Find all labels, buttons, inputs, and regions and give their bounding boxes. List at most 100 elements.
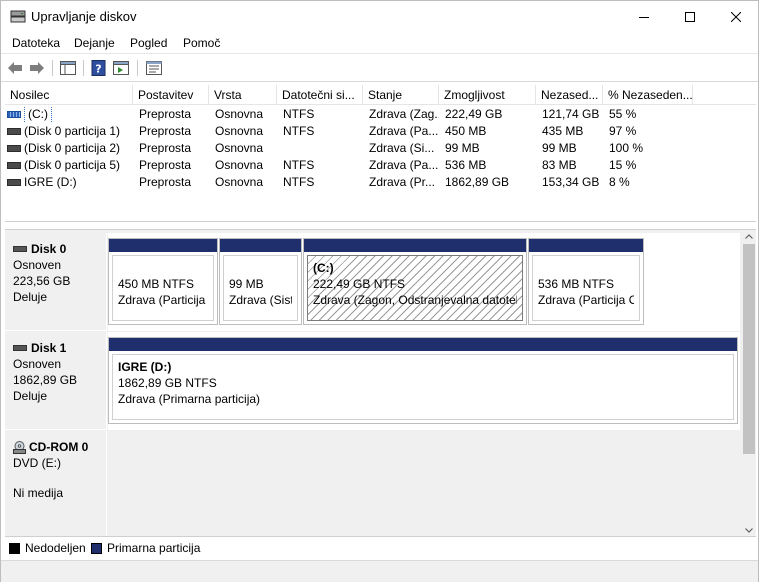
graph-vertical-scrollbar[interactable] (742, 230, 756, 537)
partition-status: Zdrava (Siste (229, 293, 292, 307)
partition-status: Zdrava (Zagon, Odstranjevalna datoteka (313, 293, 517, 307)
volume-row-disk0-part2[interactable]: (Disk 0 particija 2) Preprosta Osnovna Z… (5, 140, 756, 157)
toolbar-separator (137, 60, 138, 76)
volume-name: (C:) (24, 106, 52, 123)
disk-partitions-area: IGRE (D:) 1862,89 GB NTFS Zdrava (Primar… (108, 332, 740, 430)
partition-igre-d[interactable]: IGRE (D:) 1862,89 GB NTFS Zdrava (Primar… (108, 337, 738, 424)
volume-free-percent: 55 % (609, 107, 637, 121)
volume-row-disk0-part1[interactable]: (Disk 0 particija 1) Preprosta Osnovna N… (5, 123, 756, 140)
disk-kind: Osnoven (13, 357, 62, 371)
partition-body: 99 MB Zdrava (Siste (223, 255, 298, 321)
show-hide-console-button[interactable] (58, 59, 78, 77)
menu-bar: Datoteka Dejanje Pogled Pomoč (1, 32, 758, 54)
legend-swatch-unallocated (9, 542, 20, 554)
disk-kind: Osnoven (13, 258, 62, 272)
volume-filesystem: NTFS (283, 124, 315, 138)
menu-pomoc[interactable]: Pomoč (183, 36, 220, 50)
partition-title: IGRE (D:) (118, 360, 172, 374)
volume-row-c[interactable]: (C:) Preprosta Osnovna NTFS Zdrava (Zag.… (5, 106, 756, 123)
menu-pogled[interactable]: Pogled (130, 36, 167, 50)
disk-graphical-view: Disk 0 Osnoven 223,56 GB Deluje 450 MB N… (5, 229, 756, 537)
volume-free-percent: 15 % (609, 158, 637, 172)
volume-layout: Preprosta (139, 175, 192, 189)
volume-icon (7, 179, 21, 186)
back-arrow-icon (8, 62, 22, 74)
column-header-datotecni-sistem[interactable]: Datotečni si... (277, 85, 363, 105)
cd-drive-icon (13, 440, 26, 454)
menu-datoteka[interactable]: Datoteka (12, 36, 60, 50)
view-list-button[interactable] (144, 59, 164, 77)
partition-disk0-5[interactable]: 536 MB NTFS Zdrava (Particija OE (528, 238, 644, 325)
volume-filesystem: NTFS (283, 175, 315, 189)
volume-type: Osnovna (215, 158, 264, 172)
column-header-zmogljivost[interactable]: Zmogljivost (439, 85, 536, 105)
back-button[interactable] (5, 59, 25, 77)
disk-name: CD-ROM 0 (29, 440, 89, 454)
legend-label: Nedodeljen (25, 541, 86, 555)
disk-label-disk1[interactable]: Disk 1 Osnoven 1862,89 GB Deluje (5, 332, 107, 430)
partition-status: Zdrava (Particija OE (538, 293, 634, 307)
partition-body: (C:) 222,49 GB NTFS Zdrava (Zagon, Odstr… (307, 255, 523, 321)
volume-free-percent: 97 % (609, 124, 637, 138)
volume-status: Zdrava (Pa... (369, 158, 439, 172)
forward-arrow-icon (30, 62, 44, 74)
console-tree-icon (60, 61, 76, 75)
close-button[interactable] (713, 1, 759, 32)
partition-size: 222,49 GB NTFS (313, 277, 406, 291)
partition-disk0-2[interactable]: 99 MB Zdrava (Siste (219, 238, 302, 325)
volume-filesystem: NTFS (283, 107, 315, 121)
partition-type-bar (109, 338, 737, 351)
svg-text:?: ? (95, 63, 101, 76)
volume-free-space: 153,34 GB (542, 175, 600, 189)
partition-status: Zdrava (Primarna particija) (118, 392, 261, 406)
disk-label-disk0[interactable]: Disk 0 Osnoven 223,56 GB Deluje (5, 233, 107, 331)
volume-name: (Disk 0 particija 1) (24, 124, 121, 138)
volume-capacity: 222,49 GB (445, 107, 503, 121)
column-header-pct-nezasedeno[interactable]: % Nezaseden... (603, 85, 693, 105)
volume-row-igre-d[interactable]: IGRE (D:) Preprosta Osnovna NTFS Zdrava … (5, 174, 756, 191)
column-header-vrsta[interactable]: Vrsta (209, 85, 277, 105)
menu-dejanje[interactable]: Dejanje (74, 36, 115, 50)
column-header-postavitev[interactable]: Postavitev (133, 85, 209, 105)
volume-row-disk0-part5[interactable]: (Disk 0 particija 5) Preprosta Osnovna N… (5, 157, 756, 174)
volume-free-space: 83 MB (542, 158, 577, 172)
disk-row-cdrom0: CD-ROM 0 DVD (E:) Ni medija (5, 431, 740, 537)
disk-name: Disk 0 (31, 242, 67, 256)
properties-button[interactable] (111, 59, 131, 77)
column-header-stanje[interactable]: Stanje (363, 85, 439, 105)
partition-type-bar (304, 239, 526, 252)
scroll-up-button[interactable] (742, 230, 756, 243)
column-header-nezasedeno[interactable]: Nezased... (536, 85, 603, 105)
volume-free-space: 435 MB (542, 124, 584, 138)
partition-type-bar (220, 239, 301, 252)
disk-size: 1862,89 GB (13, 373, 78, 387)
column-header-nosilec[interactable]: Nosilec (5, 85, 133, 105)
disk-kind: DVD (E:) (13, 456, 61, 470)
minimize-button[interactable] (621, 1, 667, 32)
forward-button[interactable] (27, 59, 47, 77)
volume-name: (Disk 0 particija 2) (24, 141, 121, 155)
volume-free-percent: 8 % (609, 175, 630, 189)
scrollbar-thumb[interactable] (743, 244, 755, 454)
partition-c[interactable]: (C:) 222,49 GB NTFS Zdrava (Zagon, Odstr… (303, 238, 527, 325)
volume-type: Osnovna (215, 141, 264, 155)
hard-disk-icon (13, 246, 27, 252)
disk-partitions-area (108, 431, 740, 537)
disk-management-window: Upravljanje diskov Datoteka Dejanje Pogl… (0, 0, 759, 582)
volume-status: Zdrava (Pa... (369, 124, 439, 138)
volume-capacity: 536 MB (445, 158, 487, 172)
maximize-icon (685, 11, 695, 22)
partition-size: 536 MB NTFS (538, 277, 615, 291)
partition-disk0-1[interactable]: 450 MB NTFS Zdrava (Particija C (108, 238, 218, 325)
volume-capacity: 1862,89 GB (445, 175, 510, 189)
help-button[interactable]: ? (89, 59, 109, 77)
legend-item-unallocated: Nedodeljen (9, 541, 86, 555)
legend-label: Primarna particija (107, 541, 201, 555)
maximize-button[interactable] (667, 1, 713, 32)
partition-body: 450 MB NTFS Zdrava (Particija C (112, 255, 214, 321)
partition-size: 1862,89 GB NTFS (118, 376, 217, 390)
disk-state: Deluje (13, 290, 48, 304)
system-volume-icon (7, 111, 21, 118)
volume-filesystem (283, 140, 363, 157)
disk-label-cdrom0[interactable]: CD-ROM 0 DVD (E:) Ni medija (5, 431, 107, 537)
